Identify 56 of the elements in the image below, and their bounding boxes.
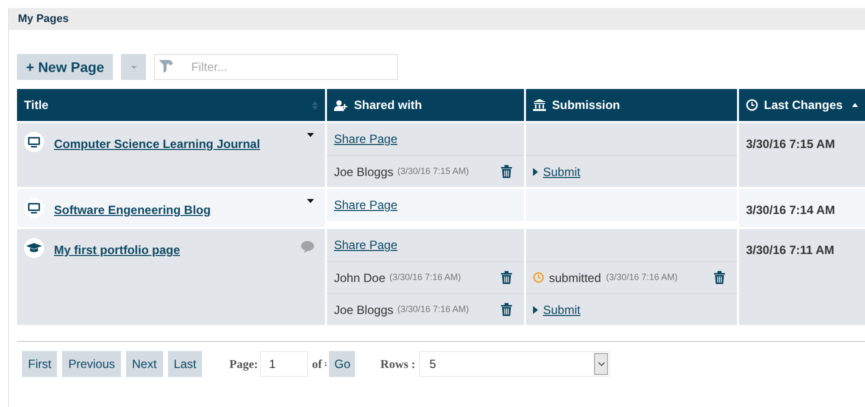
trash-icon[interactable]	[501, 271, 512, 284]
caret-icon[interactable]	[307, 133, 314, 137]
last-change-date: 3/30/16 7:11 AM	[746, 243, 834, 257]
last-change-date: 3/30/16 7:14 AM	[746, 203, 835, 217]
submit-link[interactable]: Submit	[543, 300, 580, 318]
pager-button[interactable]: Next	[126, 351, 163, 377]
triangle-icon	[533, 306, 538, 314]
share-page-link[interactable]: Share Page	[334, 130, 398, 148]
chevron-down-icon	[598, 362, 605, 366]
column-header[interactable]: Last Changes	[739, 89, 865, 121]
caret-icon[interactable]	[307, 199, 314, 203]
person-name: Joe Bloggs	[334, 164, 394, 180]
share-page-link[interactable]: Share Page	[334, 236, 398, 254]
sort-ascending-icon	[852, 103, 858, 107]
page-title-link[interactable]: Computer Science Learning Journal	[54, 135, 297, 153]
share-date: (3/30/16 7:16 AM)	[389, 270, 462, 284]
go-button[interactable]: Go	[329, 351, 356, 377]
pager-button[interactable]: Previous	[62, 351, 122, 377]
share-date: (3/30/16 7:15 AM)	[397, 164, 470, 178]
graduation-cap-icon	[24, 238, 44, 258]
page-label: Page:	[229, 356, 258, 373]
trash-icon[interactable]	[501, 165, 512, 178]
page-field[interactable]: 1	[260, 351, 308, 377]
submit-link[interactable]: Submit	[543, 162, 580, 180]
rows-select[interactable]: 5	[419, 351, 610, 377]
monitor-icon	[24, 198, 44, 218]
last-change-date: 3/30/16 7:15 AM	[746, 137, 835, 151]
trash-icon[interactable]	[501, 303, 512, 316]
page-title-link[interactable]: My first portfolio page	[54, 241, 291, 259]
pager-button[interactable]: Last	[168, 351, 202, 377]
column-header[interactable]: Submission	[526, 89, 737, 121]
pager-button[interactable]: First	[22, 351, 58, 377]
rows-label: Rows :	[380, 356, 416, 373]
triangle-icon	[533, 168, 538, 176]
sort-icon	[312, 100, 318, 110]
clock-icon	[746, 99, 758, 111]
caret-icon	[130, 66, 137, 68]
panel-title: My Pages	[18, 12, 69, 27]
status-text: submitted	[549, 270, 602, 286]
trash-icon[interactable]	[714, 271, 725, 284]
filter-field[interactable]: Filter...	[154, 54, 398, 80]
new-page-button[interactable]: + New Page	[17, 54, 114, 80]
add-user-icon	[334, 100, 348, 110]
column-header[interactable]: Shared with	[327, 89, 524, 121]
of-label: of	[312, 356, 322, 373]
page-title-link[interactable]: Software Engeneering Blog	[54, 201, 297, 219]
column-header[interactable]: Title	[17, 89, 325, 121]
filter-icon	[159, 60, 174, 73]
person-name: John Doe	[334, 270, 386, 286]
bank-icon	[533, 99, 546, 111]
clock-icon	[533, 272, 544, 283]
person-name: Joe Bloggs	[334, 302, 394, 318]
share-date: (3/30/16 7:16 AM)	[397, 302, 470, 316]
share-page-link[interactable]: Share Page	[334, 196, 398, 214]
monitor-icon	[24, 132, 44, 152]
submission-date: (3/30/16 7:16 AM)	[606, 270, 679, 284]
